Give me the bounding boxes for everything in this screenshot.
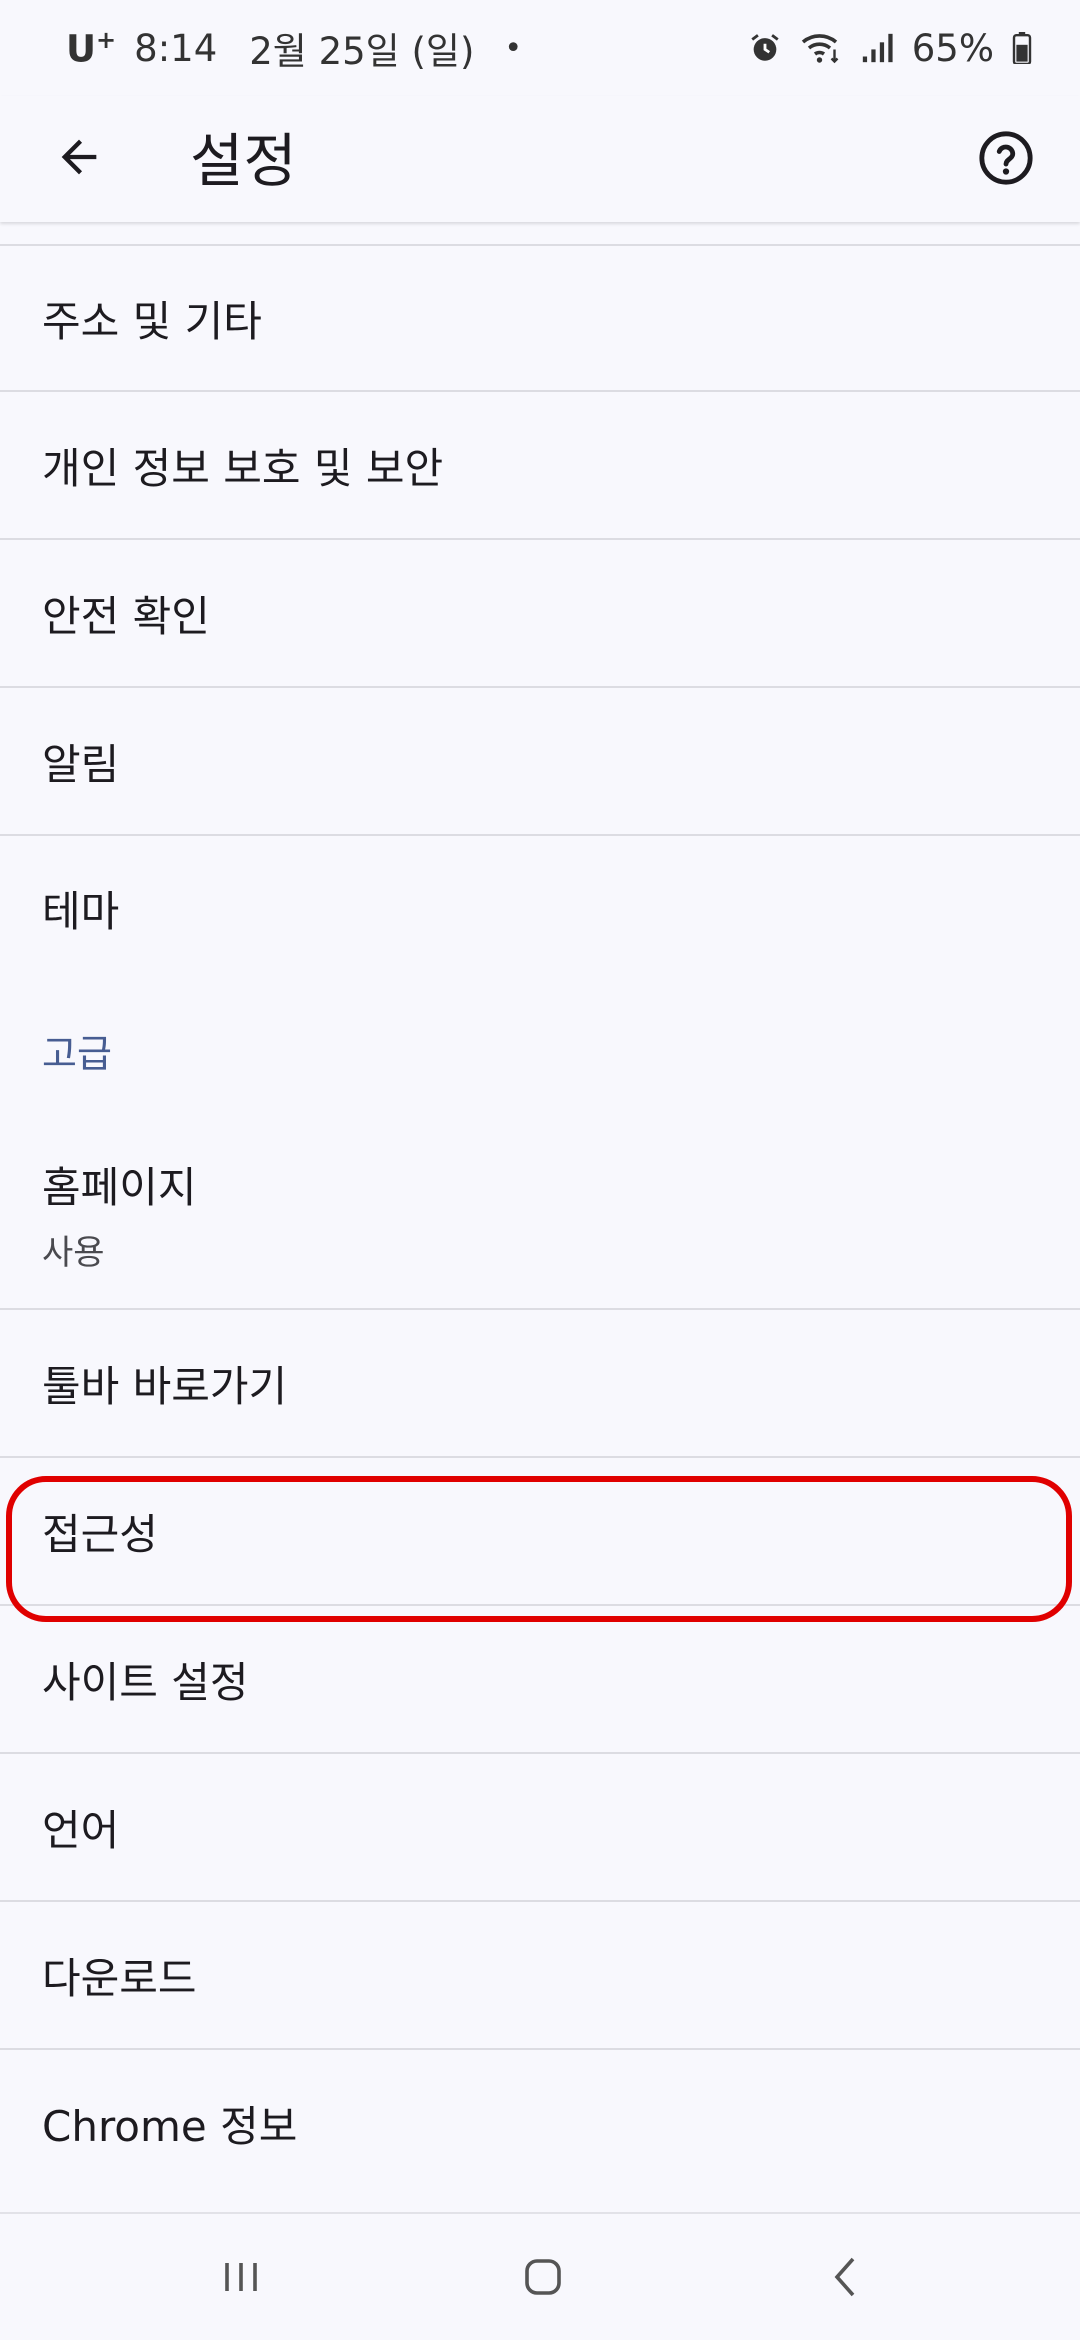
signal-icon xyxy=(860,31,894,65)
recents-button[interactable] xyxy=(208,2244,274,2310)
list-item-label: 개인 정보 보호 및 보안 xyxy=(42,443,444,493)
list-item-theme[interactable]: 테마 xyxy=(0,834,1080,980)
home-icon xyxy=(525,2259,561,2295)
list-item-label: 안전 확인 xyxy=(42,591,210,641)
battery-icon xyxy=(1012,32,1032,64)
app-bar: 설정 xyxy=(0,96,1080,222)
list-item-privacy[interactable]: 개인 정보 보호 및 보안 xyxy=(0,390,1080,538)
list-item-notifications[interactable]: 알림 xyxy=(0,686,1080,834)
carrier: U+ xyxy=(66,26,116,70)
list-item-toolbar-shortcut[interactable]: 툴바 바로가기 xyxy=(0,1308,1080,1456)
battery-percent: 65% xyxy=(911,26,994,70)
list-item-downloads[interactable]: 다운로드 xyxy=(0,1900,1080,2048)
carrier-sup: + xyxy=(96,25,117,54)
status-right: 65% xyxy=(748,27,1032,70)
status-left: U+ 8:14 2월 25일 (일) • xyxy=(66,21,522,75)
list-item-label: 사이트 설정 xyxy=(42,1657,249,1707)
carrier-name: U xyxy=(66,27,97,71)
home-button[interactable] xyxy=(510,2244,576,2310)
list-item-summary: 사용 xyxy=(42,1233,105,1273)
recents-icon xyxy=(225,2263,257,2291)
help-button[interactable] xyxy=(966,118,1046,198)
alarm-icon xyxy=(748,31,782,65)
list-item-site-settings[interactable]: 사이트 설정 xyxy=(0,1604,1080,1752)
list-item-label: 알림 xyxy=(42,739,120,789)
list-item-label: Chrome 정보 xyxy=(42,2101,298,2151)
settings-list: 주소 및 기타 개인 정보 보호 및 보안 안전 확인 알림 테마 고급 홈페이… xyxy=(0,244,1080,2196)
help-circle-icon xyxy=(979,131,1033,185)
list-item-languages[interactable]: 언어 xyxy=(0,1752,1080,1900)
list-item-address[interactable]: 주소 및 기타 xyxy=(0,244,1080,390)
arrow-left-icon xyxy=(61,139,97,175)
list-item-label: 테마 xyxy=(42,886,120,936)
section-header-advanced: 고급 xyxy=(42,1031,112,1076)
status-dot: • xyxy=(504,30,523,66)
list-item-label: 접근성 xyxy=(42,1509,158,1559)
list-item-label: 주소 및 기타 xyxy=(42,296,262,346)
chevron-left-icon xyxy=(834,2257,855,2297)
back-button[interactable] xyxy=(46,124,112,190)
list-item-label: 홈페이지 xyxy=(42,1163,197,1212)
navigation-bar xyxy=(0,2212,1080,2340)
list-item-label: 다운로드 xyxy=(42,1953,197,2003)
status-time: 8:14 xyxy=(134,26,218,70)
list-item-label: 언어 xyxy=(42,1805,120,1855)
status-bar: U+ 8:14 2월 25일 (일) • 65% xyxy=(0,0,1080,96)
list-item-label: 툴바 바로가기 xyxy=(42,1361,288,1411)
list-item-safety-check[interactable]: 안전 확인 xyxy=(0,538,1080,686)
wifi-icon xyxy=(800,31,842,65)
system-back-button[interactable] xyxy=(814,2244,880,2310)
list-item-about-chrome[interactable]: Chrome 정보 xyxy=(0,2048,1080,2196)
list-item-accessibility[interactable]: 접근성 xyxy=(0,1456,1080,1604)
status-date: 2월 25일 (일) xyxy=(249,30,475,73)
screen: U+ 8:14 2월 25일 (일) • 65% 설정 주소 및 기타 개인 정… xyxy=(0,0,1080,2340)
list-item-homepage[interactable]: 홈페이지 사용 xyxy=(0,1120,1080,1308)
page-title: 설정 xyxy=(190,127,297,195)
